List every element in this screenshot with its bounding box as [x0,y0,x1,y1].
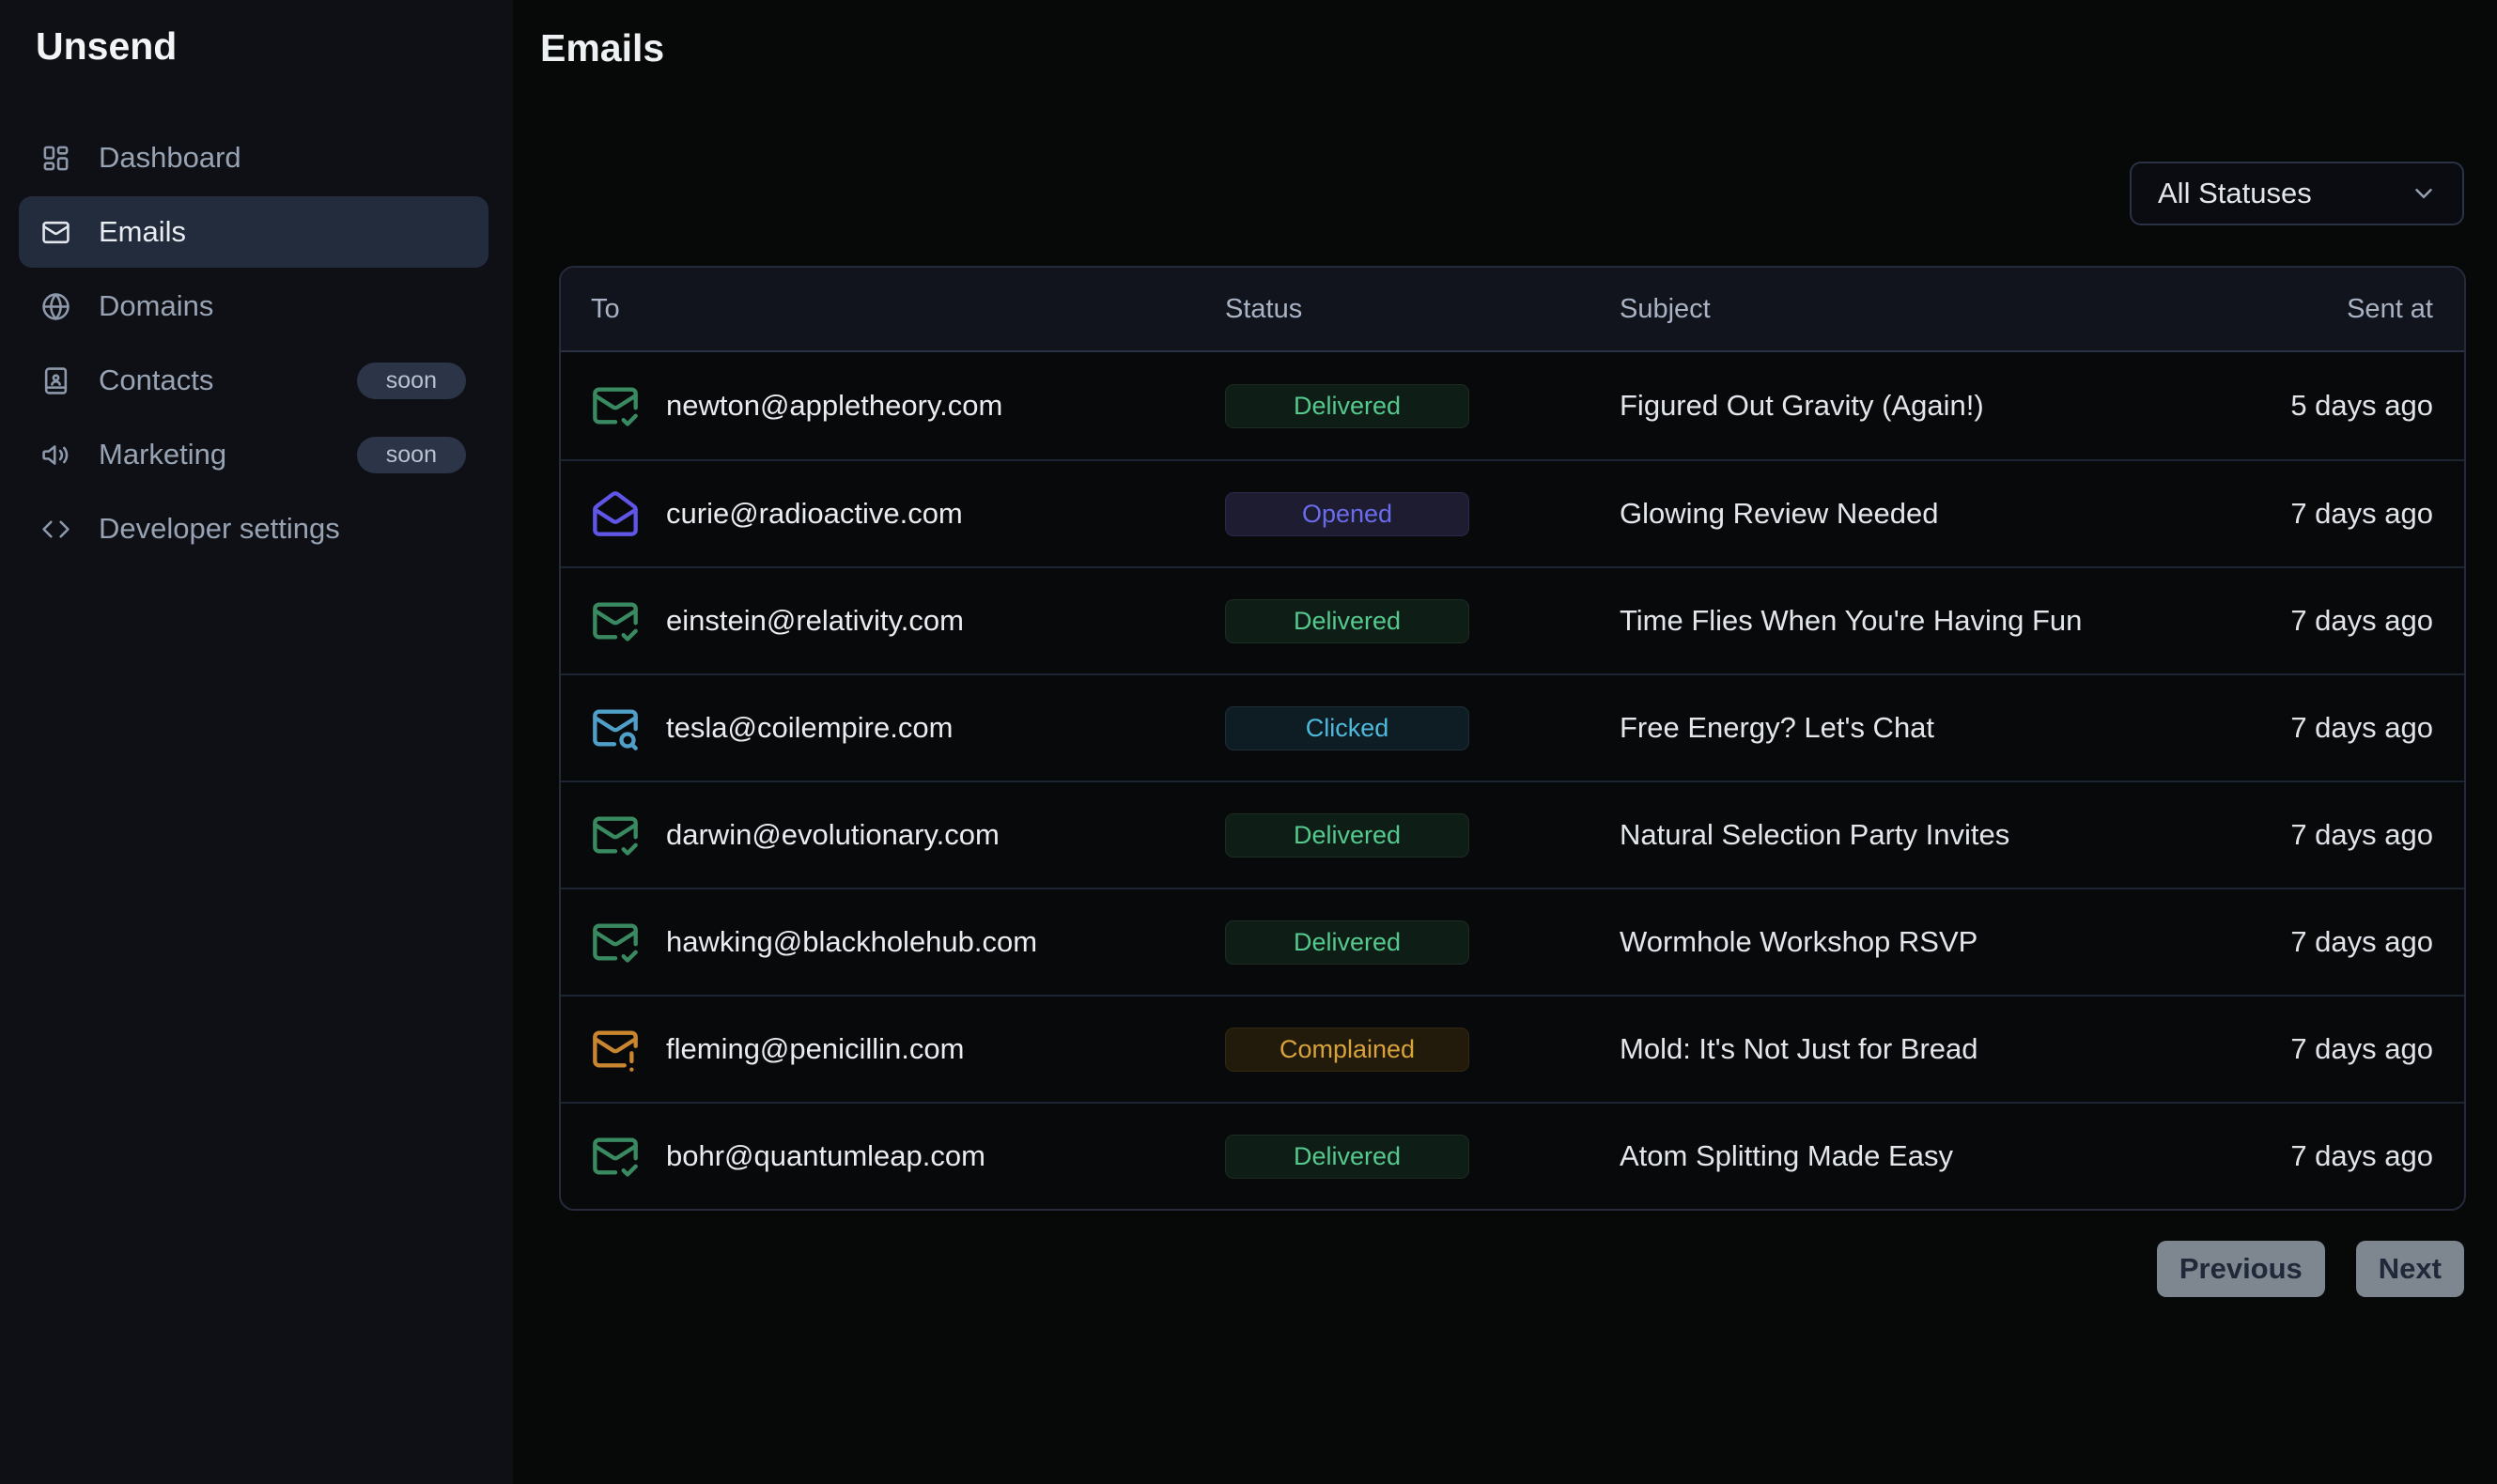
mail-icon [41,218,70,247]
status-badge: Delivered [1225,1135,1469,1179]
status-badge: Delivered [1225,599,1469,643]
table-header-row: To Status Subject Sent at [561,268,2464,352]
column-header-status: Status [1225,294,1620,325]
status-badge: Delivered [1225,920,1469,965]
chevron-down-icon [2410,179,2438,208]
dashboard-icon [41,144,70,173]
sidebar-item-developer-settings[interactable]: Developer settings [19,493,489,564]
mail-check-icon [591,811,640,859]
code-icon [41,515,70,544]
sent-at: 7 days ago [2145,925,2464,959]
sidebar-item-contacts[interactable]: Contacts soon [19,345,489,416]
status-badge: Opened [1225,492,1469,536]
status-filter-select[interactable]: All Statuses [2130,162,2464,225]
email-subject: Natural Selection Party Invites [1620,818,2145,852]
sidebar-nav: Dashboard Emails Domains Contacts soon [19,122,489,564]
status-badge: Delivered [1225,384,1469,428]
mail-warning-icon [591,1025,640,1074]
table-row[interactable]: hawking@blackholehub.com Delivered Wormh… [561,888,2464,995]
globe-icon [41,292,70,321]
recipient-email: darwin@evolutionary.com [666,818,1000,852]
main-content: Emails All Statuses To Status Subject Se… [513,0,2497,1484]
sidebar-item-label: Dashboard [99,141,241,175]
email-subject: Wormhole Workshop RSVP [1620,925,2145,959]
table-row[interactable]: darwin@evolutionary.com Delivered Natura… [561,781,2464,888]
sidebar: Unsend Dashboard Emails Domains [0,0,513,1484]
table-row[interactable]: newton@appletheory.com Delivered Figured… [561,352,2464,459]
sent-at: 7 days ago [2145,497,2464,531]
sidebar-item-domains[interactable]: Domains [19,271,489,342]
recipient-email: fleming@penicillin.com [666,1032,964,1066]
mail-open-icon [591,489,640,538]
sidebar-item-emails[interactable]: Emails [19,196,489,268]
sidebar-item-dashboard[interactable]: Dashboard [19,122,489,193]
sent-at: 7 days ago [2145,1139,2464,1173]
email-subject: Figured Out Gravity (Again!) [1620,389,2145,423]
previous-button[interactable]: Previous [2157,1241,2325,1297]
sent-at: 5 days ago [2145,389,2464,423]
next-button[interactable]: Next [2356,1241,2464,1297]
email-subject: Atom Splitting Made Easy [1620,1139,2145,1173]
column-header-subject: Subject [1620,294,2145,325]
table-row[interactable]: curie@radioactive.com Opened Glowing Rev… [561,459,2464,566]
sidebar-item-label: Contacts [99,363,213,397]
status-badge: Delivered [1225,813,1469,858]
mail-check-icon [591,381,640,430]
mail-check-icon [591,1132,640,1181]
recipient-email: hawking@blackholehub.com [666,925,1037,959]
sidebar-item-marketing[interactable]: Marketing soon [19,419,489,490]
recipient-email: curie@radioactive.com [666,497,963,531]
sent-at: 7 days ago [2145,818,2464,852]
column-header-sent-at: Sent at [2145,294,2464,325]
page-title: Emails [540,26,664,70]
sent-at: 7 days ago [2145,711,2464,745]
soon-badge: soon [357,363,466,399]
app-logo: Unsend [36,24,177,69]
email-subject: Free Energy? Let's Chat [1620,711,2145,745]
recipient-email: tesla@coilempire.com [666,711,953,745]
email-subject: Time Flies When You're Having Fun [1620,604,2145,638]
table-row[interactable]: einstein@relativity.com Delivered Time F… [561,566,2464,673]
recipient-email: bohr@quantumleap.com [666,1139,985,1173]
sidebar-item-label: Developer settings [99,512,340,546]
sidebar-item-label: Emails [99,215,186,249]
emails-table: To Status Subject Sent at newton@appleth… [559,266,2466,1211]
pagination: Previous Next [2157,1241,2464,1297]
sidebar-item-label: Domains [99,289,213,323]
sidebar-item-label: Marketing [99,438,226,471]
sent-at: 7 days ago [2145,1032,2464,1066]
soon-badge: soon [357,437,466,473]
table-row[interactable]: fleming@penicillin.com Complained Mold: … [561,995,2464,1102]
recipient-email: einstein@relativity.com [666,604,964,638]
status-badge: Clicked [1225,706,1469,750]
email-subject: Glowing Review Needed [1620,497,2145,531]
email-subject: Mold: It's Not Just for Bread [1620,1032,2145,1066]
column-header-to: To [561,294,1225,325]
table-row[interactable]: bohr@quantumleap.com Delivered Atom Spli… [561,1102,2464,1209]
status-filter-value: All Statuses [2158,177,2312,210]
mail-check-icon [591,918,640,966]
mail-search-icon [591,703,640,752]
status-badge: Complained [1225,1028,1469,1072]
sent-at: 7 days ago [2145,604,2464,638]
mail-check-icon [591,596,640,645]
table-row[interactable]: tesla@coilempire.com Clicked Free Energy… [561,673,2464,781]
megaphone-icon [41,441,70,470]
recipient-email: newton@appletheory.com [666,389,1002,423]
contacts-icon [41,366,70,395]
